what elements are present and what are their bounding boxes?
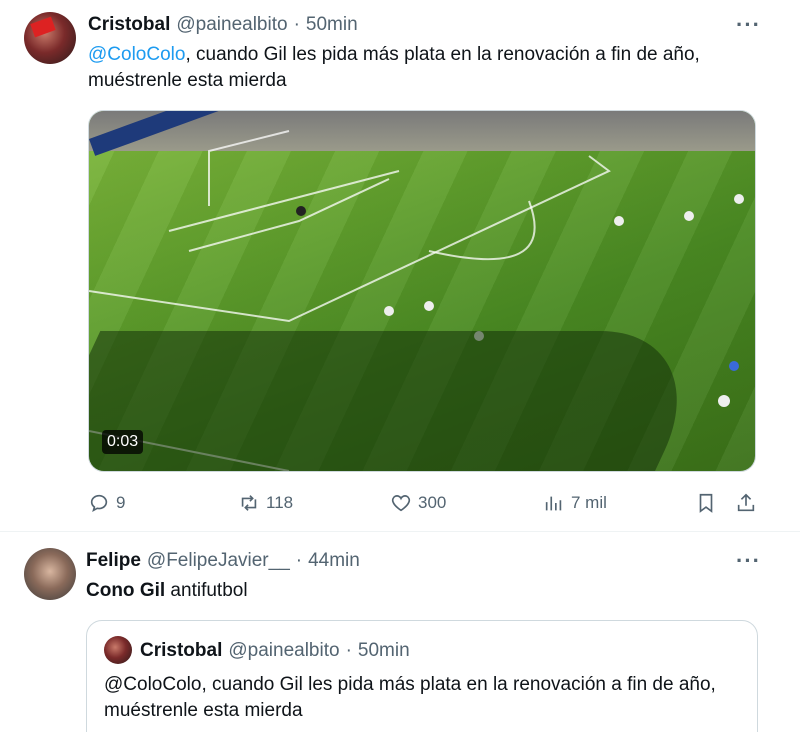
mention-link[interactable]: @ColoColo <box>88 44 185 65</box>
repost-count: 118 <box>266 493 294 512</box>
separator-dot: · <box>293 14 300 35</box>
tweet-header: Cristobal @painealbito · 50min <box>88 14 358 36</box>
player <box>718 395 730 407</box>
player <box>384 306 394 316</box>
timestamp[interactable]: 50min <box>306 14 358 36</box>
quoted-text-line2: muéstrenle esta mierda <box>104 700 303 721</box>
reply-icon <box>90 494 108 513</box>
tweet-text-bold: Cono Gil <box>86 580 166 601</box>
bookmark-icon <box>699 493 713 513</box>
separator-dot: · <box>345 640 352 661</box>
timestamp[interactable]: 44min <box>308 550 360 572</box>
share-button[interactable] <box>735 492 757 514</box>
player <box>684 211 694 221</box>
quoted-avatar <box>104 636 132 664</box>
views-count: 7 mil <box>571 493 607 512</box>
tweet-text: @ColoColo, cuando Gil les pida más plata… <box>88 42 768 94</box>
share-icon <box>737 493 755 512</box>
bookmark-button[interactable] <box>695 492 717 514</box>
avatar[interactable] <box>24 548 76 600</box>
tweet-text-line2: muéstrenle esta mierda <box>88 70 287 91</box>
player <box>734 194 744 204</box>
player <box>614 216 624 226</box>
stadium-shadow <box>89 331 721 471</box>
like-count: 300 <box>418 493 447 512</box>
avatar[interactable] <box>24 12 76 64</box>
repost-icon <box>241 495 257 511</box>
tweet-text: Cono Gil antifutbol <box>86 578 248 604</box>
author-handle[interactable]: @painealbito <box>176 14 287 36</box>
video-player[interactable] <box>88 110 756 472</box>
tweet-actions: 9 118 300 7 mil <box>0 488 800 518</box>
more-icon[interactable]: ··· <box>736 548 761 574</box>
player <box>729 361 739 371</box>
reply-button[interactable]: 9 <box>88 492 125 514</box>
like-button[interactable]: 300 <box>390 492 446 514</box>
quoted-text: @ColoColo, cuando Gil les pida más plata… <box>104 672 754 724</box>
video-timecode: 0:03 <box>102 430 144 454</box>
tweet[interactable]: Cristobal @painealbito · 50min ··· @Colo… <box>0 0 800 532</box>
quoted-author-name: Cristobal <box>140 640 223 661</box>
reply-count: 9 <box>116 493 126 512</box>
like-icon <box>391 495 411 512</box>
tweet-text-rest: antifutbol <box>165 580 248 601</box>
author-handle[interactable]: @FelipeJavier__ <box>147 550 290 572</box>
quoted-text-line1: @ColoColo, cuando Gil les pida más plata… <box>104 674 716 695</box>
separator-dot: · <box>295 550 303 571</box>
author-name[interactable]: Felipe <box>86 550 141 572</box>
quoted-header: Cristobal @painealbito · 50min <box>140 640 410 662</box>
quoted-author-handle: @painealbito <box>228 640 340 661</box>
author-name[interactable]: Cristobal <box>88 14 170 36</box>
more-icon[interactable]: ··· <box>736 12 761 38</box>
tweet-header: Felipe @FelipeJavier__ · 44min <box>86 550 360 572</box>
quoted-timestamp: 50min <box>357 640 410 661</box>
player <box>424 301 434 311</box>
tweet-text-line1: , cuando Gil les pida más plata en la re… <box>185 44 700 65</box>
repost-button[interactable]: 118 <box>238 492 293 514</box>
views-button[interactable]: 7 mil <box>543 492 607 514</box>
views-icon <box>545 496 562 511</box>
goalkeeper <box>296 206 306 216</box>
